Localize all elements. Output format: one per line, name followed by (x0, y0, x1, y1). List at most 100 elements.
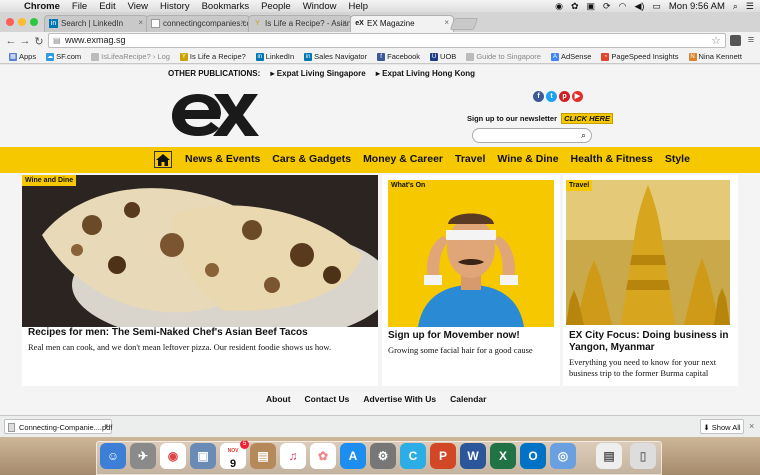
chrome-icon[interactable]: ◉ (160, 443, 186, 469)
footer-calendar[interactable]: Calendar (450, 394, 486, 404)
menu-history[interactable]: History (154, 1, 196, 12)
ex-logo[interactable] (170, 80, 260, 138)
bookmark-uob[interactable]: U UOB (425, 52, 461, 61)
wifi-icon[interactable]: ◠ (619, 1, 627, 12)
bookmark-adsense[interactable]: A AdSense (546, 52, 596, 61)
close-tab-icon[interactable]: × (342, 18, 347, 27)
status-icon[interactable]: ⟳ (603, 1, 611, 12)
article-title[interactable]: Recipes for men: The Semi-Naked Chef's A… (28, 327, 372, 339)
c-app-icon[interactable]: C (400, 443, 426, 469)
minimize-window-button[interactable] (18, 18, 26, 26)
newsletter-click-here-button[interactable]: CLICK HERE (561, 113, 613, 124)
documents-stack-icon[interactable]: ▤ (596, 443, 622, 469)
menu-help[interactable]: Help (342, 1, 374, 12)
menubar-clock[interactable]: Mon 9:56 AM (669, 1, 725, 12)
bookmark-star-icon[interactable]: ☆ (711, 34, 721, 47)
footer-about[interactable]: About (266, 394, 291, 404)
bookmark-pagespeed[interactable]: ◔ PageSpeed Insights (596, 52, 683, 61)
menu-app[interactable]: Chrome (18, 1, 66, 12)
menu-file[interactable]: File (66, 1, 93, 12)
finder-icon[interactable]: ☺ (100, 443, 126, 469)
bookmark-linkedin[interactable]: in LinkedIn (251, 52, 299, 61)
nav-money-career[interactable]: Money & Career (363, 153, 443, 165)
facebook-icon[interactable]: f (533, 91, 544, 102)
article-title[interactable]: EX City Focus: Doing business in Yangon,… (569, 330, 732, 354)
address-bar[interactable]: ▤ www.exmag.sg ☆ (48, 33, 726, 48)
close-tab-icon[interactable]: × (240, 18, 245, 27)
status-icon[interactable]: ◉ (555, 1, 563, 12)
category-tag[interactable]: What's On (388, 180, 429, 191)
tab-linkedin[interactable]: in Search | LinkedIn × (44, 15, 148, 32)
menu-edit[interactable]: Edit (93, 1, 121, 12)
bookmark-apps[interactable]: ▦ Apps (4, 52, 41, 61)
notes-icon[interactable]: ▤ (250, 443, 276, 469)
reload-icon[interactable]: ↻ (32, 35, 46, 48)
close-download-bar-icon[interactable]: × (749, 421, 754, 431)
footer-contact-us[interactable]: Contact Us (305, 394, 350, 404)
menu-view[interactable]: View (122, 1, 154, 12)
category-tag[interactable]: Wine and Dine (22, 175, 77, 186)
article-card[interactable]: What's On Sign up for Movember now! Grow… (382, 175, 560, 386)
notification-icon[interactable]: ☰ (746, 1, 754, 12)
close-tab-icon[interactable]: × (444, 18, 449, 27)
nav-wine-dine[interactable]: Wine & Dine (497, 153, 558, 165)
bookmark-islifearecipe-log[interactable]: IsLifeaRecipe? › Log (86, 52, 175, 61)
category-tag[interactable]: Travel (566, 180, 593, 191)
publication-link[interactable]: ▸ Expat Living Hong Kong (376, 69, 475, 78)
footer-advertise[interactable]: Advertise With Us (363, 394, 436, 404)
close-tab-icon[interactable]: × (138, 18, 143, 27)
itunes-icon[interactable]: ♫ (280, 443, 306, 469)
twitter-icon[interactable]: t (546, 91, 557, 102)
site-search-input[interactable]: ⌕ (472, 128, 592, 143)
system-preferences-icon[interactable]: ⚙ (370, 443, 396, 469)
close-window-button[interactable] (6, 18, 14, 26)
nav-news-events[interactable]: News & Events (185, 153, 260, 165)
search-icon[interactable]: ⌕ (581, 130, 586, 141)
nav-travel[interactable]: Travel (455, 153, 485, 165)
pinterest-icon[interactable]: p (559, 91, 570, 102)
bookmark-sf[interactable]: ☁ SF.com (41, 52, 86, 61)
menu-bookmarks[interactable]: Bookmarks (196, 1, 256, 12)
new-tab-button[interactable] (449, 18, 479, 30)
youtube-icon[interactable]: ▶ (572, 91, 583, 102)
status-icon[interactable]: ▣ (587, 1, 596, 12)
status-icon[interactable]: ✿ (571, 1, 579, 12)
bookmark-facebook[interactable]: f Facebook (372, 52, 425, 61)
nav-style[interactable]: Style (665, 153, 690, 165)
powerpoint-icon[interactable]: P (430, 443, 456, 469)
menu-window[interactable]: Window (297, 1, 343, 12)
excel-icon[interactable]: X (490, 443, 516, 469)
nav-health-fitness[interactable]: Health & Fitness (571, 153, 653, 165)
tab-life-recipe[interactable]: Y Is Life a Recipe? - Asian Re × (248, 15, 352, 32)
search-icon[interactable]: ⌕ (733, 1, 738, 12)
menu-people[interactable]: People (255, 1, 297, 12)
word-icon[interactable]: W (460, 443, 486, 469)
show-all-downloads-button[interactable]: ⬇ Show All (700, 419, 744, 434)
bookmark-guide-singapore[interactable]: Guide to Singapore (461, 52, 546, 61)
article-card[interactable]: Travel EX City Focus: Doing business in … (563, 175, 738, 386)
volume-icon[interactable]: ◀) (634, 1, 644, 12)
extension-icon[interactable] (730, 35, 741, 46)
bookmark-sales-navigator[interactable]: in Sales Navigator (299, 52, 372, 61)
outlook-icon[interactable]: O (520, 443, 546, 469)
tab-connectingcompanies[interactable]: connectingcompanies.co × (146, 15, 250, 32)
menu-icon[interactable]: ≡ (744, 34, 758, 46)
zoom-window-button[interactable] (30, 18, 38, 26)
bookmark-life-recipe[interactable]: Y Is Life a Recipe? (175, 52, 251, 61)
publication-link[interactable]: ▸ Expat Living Singapore (271, 69, 366, 78)
bookmark-nina-kennett[interactable]: N Nina Kennett (684, 52, 747, 61)
launchpad-icon[interactable]: ✈ (130, 443, 156, 469)
battery-icon[interactable]: ▭ (652, 1, 661, 12)
app-store-icon[interactable]: A (340, 443, 366, 469)
web-browser-icon[interactable]: ◎ (550, 443, 576, 469)
back-icon[interactable]: ← (4, 35, 18, 47)
photos-icon[interactable]: ✿ (310, 443, 336, 469)
nav-cars-gadgets[interactable]: Cars & Gadgets (272, 153, 351, 165)
preview-icon[interactable]: ▣ (190, 443, 216, 469)
home-button[interactable] (154, 151, 172, 168)
forward-icon[interactable]: → (18, 35, 32, 47)
article-title[interactable]: Sign up for Movember now! (388, 330, 554, 342)
trash-icon[interactable]: ▯ (630, 443, 656, 469)
chevron-down-icon[interactable]: ▾ (104, 422, 108, 430)
tab-ex-magazine[interactable]: eX EX Magazine × (350, 15, 454, 32)
